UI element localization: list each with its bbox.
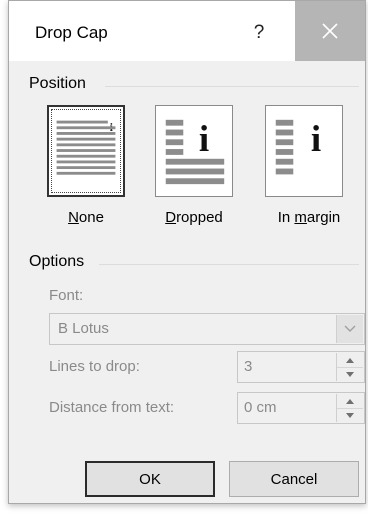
lines-decrement-button[interactable] bbox=[337, 367, 363, 381]
lines-increment-button[interactable] bbox=[337, 353, 363, 368]
position-section-label: Position bbox=[29, 75, 86, 92]
font-label: Font: bbox=[49, 287, 84, 304]
chevron-down-icon bbox=[344, 325, 356, 332]
svg-text:i: i bbox=[311, 119, 321, 160]
cancel-button[interactable]: Cancel bbox=[229, 461, 359, 497]
distance-decrement-button[interactable] bbox=[337, 408, 363, 422]
distance-from-text-value: 0 cm bbox=[244, 399, 277, 416]
position-divider bbox=[105, 86, 359, 87]
arrow-down-icon bbox=[346, 371, 354, 377]
position-in-margin-label: In margin bbox=[277, 209, 341, 226]
lines-to-drop-value: 3 bbox=[244, 358, 253, 375]
position-dropped-label: Dropped bbox=[165, 209, 223, 226]
close-button[interactable] bbox=[295, 1, 365, 61]
lines-to-drop-spin-buttons bbox=[336, 353, 363, 381]
lines-to-drop-label: Lines to drop: bbox=[49, 358, 140, 375]
title-bar: Drop Cap ? bbox=[9, 1, 365, 61]
font-value: B Lotus bbox=[58, 320, 109, 337]
help-icon: ? bbox=[253, 22, 265, 43]
arrow-up-icon bbox=[346, 357, 354, 363]
position-in-margin-option[interactable]: i bbox=[265, 105, 343, 197]
drop-cap-none-icon: i bbox=[56, 120, 116, 175]
drop-cap-in-margin-icon: i bbox=[275, 119, 321, 175]
close-icon bbox=[322, 23, 338, 39]
dialog-title: Drop Cap bbox=[35, 23, 108, 42]
svg-text:i: i bbox=[199, 119, 209, 160]
distance-increment-button[interactable] bbox=[337, 394, 363, 409]
position-none-option[interactable]: i bbox=[47, 105, 125, 197]
position-dropped-option[interactable]: i bbox=[155, 105, 233, 197]
distance-from-text-spinner[interactable]: 0 cm bbox=[237, 392, 365, 424]
position-none-label: None bbox=[68, 209, 104, 226]
options-divider bbox=[99, 264, 359, 265]
drop-cap-dropped-icon: i bbox=[165, 119, 225, 185]
svg-text:i: i bbox=[110, 122, 113, 134]
help-button[interactable]: ? bbox=[239, 15, 279, 51]
font-combobox[interactable]: B Lotus bbox=[49, 313, 365, 345]
distance-spin-buttons bbox=[336, 394, 363, 422]
ok-button[interactable]: OK bbox=[85, 461, 215, 497]
arrow-up-icon bbox=[346, 398, 354, 404]
drop-cap-dialog: Drop Cap ? Position i i i None Dropped I… bbox=[8, 0, 366, 504]
font-dropdown-button[interactable] bbox=[336, 315, 363, 343]
lines-to-drop-spinner[interactable]: 3 bbox=[237, 351, 365, 383]
options-section-label: Options bbox=[29, 253, 85, 270]
arrow-down-icon bbox=[346, 412, 354, 418]
distance-from-text-label: Distance from text: bbox=[49, 399, 175, 416]
